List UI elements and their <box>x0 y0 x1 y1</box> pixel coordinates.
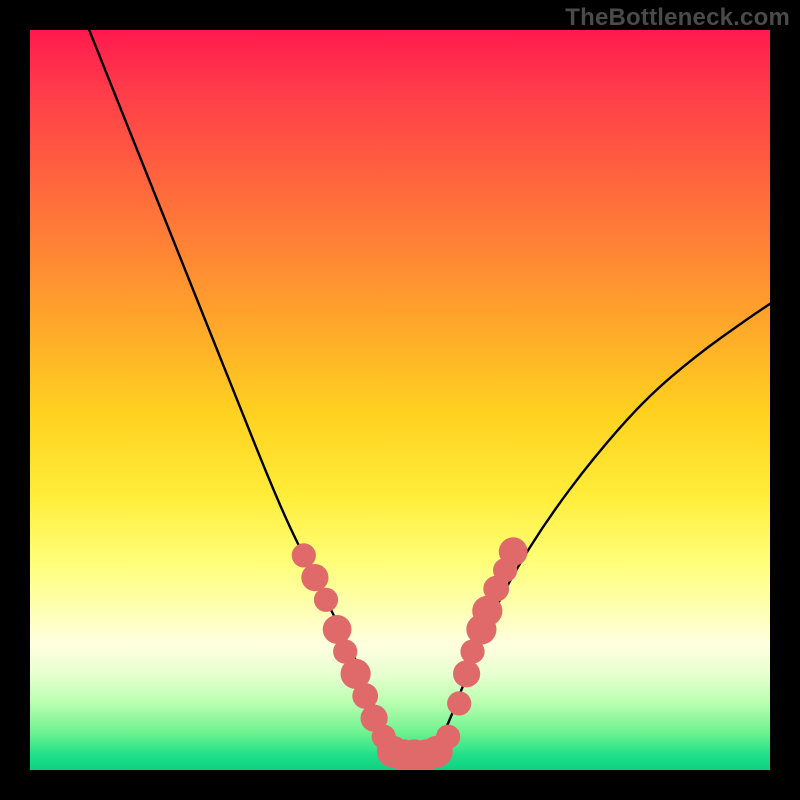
data-point <box>292 543 316 567</box>
data-point <box>323 615 352 644</box>
watermark-text: TheBottleneck.com <box>565 4 790 32</box>
data-point <box>301 564 328 591</box>
data-point <box>447 691 471 715</box>
data-point <box>314 588 338 612</box>
curve-layer <box>89 30 770 755</box>
chart-svg <box>30 30 770 770</box>
data-point <box>453 660 480 687</box>
marker-layer <box>292 537 528 770</box>
outer-frame: TheBottleneck.com <box>0 0 800 800</box>
data-point <box>499 537 528 566</box>
plot-area <box>30 30 770 770</box>
data-point <box>436 725 460 749</box>
bottleneck-curve <box>89 30 770 755</box>
